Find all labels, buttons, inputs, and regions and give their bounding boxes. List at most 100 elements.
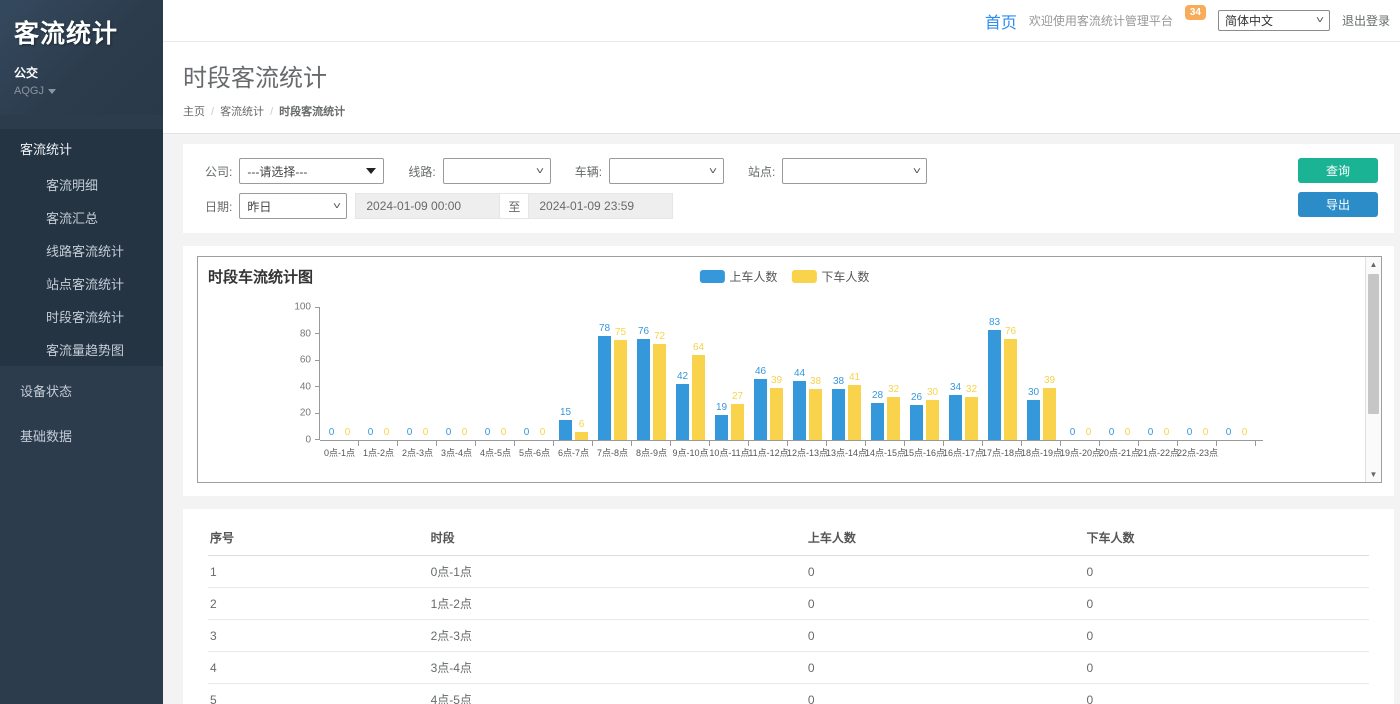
- bar-wrap: 0: [1144, 427, 1157, 440]
- bar[interactable]: [637, 339, 650, 440]
- sidebar-subitem-0-2[interactable]: 线路客流统计: [0, 234, 163, 267]
- language-select[interactable]: 简体中文 ˅: [1218, 10, 1330, 31]
- bar[interactable]: [848, 385, 861, 440]
- bar-value-label: 83: [989, 317, 1000, 328]
- table-cell: 0点-1点: [429, 556, 806, 588]
- bar[interactable]: [770, 388, 783, 440]
- sidebar-item-parent-0[interactable]: 客流统计: [0, 129, 163, 168]
- date-preset-select[interactable]: 昨日 ˅: [239, 193, 347, 219]
- x-axis-label: 19点-20点: [1060, 446, 1101, 459]
- legend-label: 上车人数: [729, 268, 777, 285]
- bar[interactable]: [1027, 400, 1040, 440]
- chevron-down-icon: ˅: [709, 166, 717, 177]
- bar[interactable]: [1043, 388, 1056, 440]
- bar[interactable]: [871, 403, 884, 440]
- vehicle-select[interactable]: ˅: [609, 158, 724, 184]
- date-start-input[interactable]: 2024-01-09 00:00: [355, 193, 500, 219]
- bar[interactable]: [559, 420, 572, 440]
- bar-wrap: 0: [1160, 427, 1173, 440]
- x-axis-label: 8点-9点: [636, 446, 667, 459]
- bar[interactable]: [887, 397, 900, 440]
- page-title: 时段客流统计: [183, 58, 1400, 93]
- x-axis-label: 3点-4点: [441, 446, 472, 459]
- bar[interactable]: [598, 336, 611, 440]
- bar[interactable]: [926, 400, 939, 440]
- bar[interactable]: [754, 379, 767, 440]
- app-logo: 客流统计: [14, 14, 149, 50]
- bar[interactable]: [793, 381, 806, 440]
- bar-group: 384113点-14点: [827, 307, 866, 440]
- sidebar-item-2[interactable]: 基础数据: [0, 415, 163, 456]
- bar[interactable]: [809, 389, 822, 440]
- scroll-up-arrow-icon[interactable]: ▲: [1366, 257, 1381, 272]
- query-button[interactable]: 查询: [1298, 158, 1378, 183]
- bar[interactable]: [949, 395, 962, 440]
- bar-value-label: 32: [888, 384, 899, 395]
- bar-wrap: 0: [536, 427, 549, 440]
- table-panel: 序号时段上车人数下车人数10点-1点0021点-2点0032点-3点0043点-…: [183, 509, 1394, 704]
- table-column-header: 下车人数: [1085, 519, 1369, 556]
- sidebar-subitem-0-4[interactable]: 时段客流统计: [0, 300, 163, 333]
- x-axis-label: 12点-13点: [787, 446, 828, 459]
- scrollbar-thumb[interactable]: [1368, 274, 1379, 414]
- table-cell: 2: [208, 588, 429, 620]
- sidebar-subitem-0-1[interactable]: 客流汇总: [0, 201, 163, 234]
- sidebar-subitem-0-0[interactable]: 客流明细: [0, 168, 163, 201]
- bar[interactable]: [575, 432, 588, 440]
- bar-group: 004点-5点: [476, 307, 515, 440]
- table-row: 54点-5点00: [208, 684, 1369, 704]
- bar[interactable]: [614, 340, 627, 440]
- date-end-input[interactable]: 2024-01-09 23:59: [528, 193, 673, 219]
- sidebar-subitem-0-5[interactable]: 客流量趋势图: [0, 333, 163, 366]
- bar-wrap: 30: [1027, 387, 1040, 440]
- bar-wrap: 6: [575, 419, 588, 440]
- company-select[interactable]: ---请选择---: [239, 158, 384, 184]
- line-select[interactable]: ˅: [443, 158, 551, 184]
- bar-value-label: 15: [560, 407, 571, 418]
- home-link[interactable]: 首页: [985, 9, 1017, 33]
- table-cell: 1点-2点: [429, 588, 806, 620]
- bar[interactable]: [1004, 339, 1017, 440]
- table-row: 21点-2点00: [208, 588, 1369, 620]
- sidebar-section: 基础数据: [0, 415, 163, 456]
- chevron-down-icon: ˅: [536, 166, 544, 177]
- bar[interactable]: [910, 405, 923, 440]
- bar[interactable]: [676, 384, 689, 440]
- sidebar-subitem-0-3[interactable]: 站点客流统计: [0, 267, 163, 300]
- bar-group: 0023点-24点: [1217, 307, 1256, 440]
- vehicle-label: 车辆:: [575, 163, 602, 180]
- breadcrumb-item[interactable]: 主页: [183, 106, 205, 118]
- bar[interactable]: [692, 355, 705, 440]
- bar-wrap: 38: [809, 376, 822, 440]
- x-axis-label: 14点-15点: [865, 446, 906, 459]
- bar-value-label: 30: [927, 387, 938, 398]
- bar[interactable]: [731, 404, 744, 440]
- bar-group: 443812点-13点: [788, 307, 827, 440]
- scroll-down-arrow-icon[interactable]: ▼: [1366, 467, 1381, 482]
- bar[interactable]: [965, 397, 978, 440]
- y-axis-tick-label: 20: [300, 408, 311, 419]
- bar[interactable]: [988, 330, 1001, 440]
- sidebar-item-1[interactable]: 设备状态: [0, 370, 163, 411]
- station-select[interactable]: ˅: [782, 158, 927, 184]
- bar[interactable]: [832, 389, 845, 440]
- notification-badge[interactable]: 34: [1185, 5, 1206, 20]
- x-axis-label: 0点-1点: [324, 446, 355, 459]
- bar-value-label: 32: [966, 384, 977, 395]
- bar-wrap: 30: [926, 387, 939, 440]
- bar-value-label: 41: [849, 372, 860, 383]
- bar-value-label: 0: [462, 427, 468, 438]
- legend-item-0[interactable]: 上车人数: [699, 268, 777, 285]
- company-label: 公司:: [205, 163, 232, 180]
- bar[interactable]: [653, 344, 666, 440]
- sidebar: 客流统计 公交 AQGJ 客流统计客流明细客流汇总线路客流统计站点客流统计时段客…: [0, 0, 163, 704]
- export-button[interactable]: 导出: [1298, 192, 1378, 217]
- dropdown-arrow-icon: [366, 168, 376, 174]
- org-code-dropdown[interactable]: AQGJ: [14, 85, 149, 97]
- bar[interactable]: [715, 415, 728, 440]
- logout-link[interactable]: 退出登录: [1342, 12, 1390, 29]
- legend-item-1[interactable]: 下车人数: [791, 268, 869, 285]
- breadcrumb-item[interactable]: 客流统计: [220, 106, 264, 118]
- chart-vertical-scrollbar[interactable]: ▲ ▼: [1365, 257, 1381, 482]
- bar-wrap: 27: [731, 391, 744, 440]
